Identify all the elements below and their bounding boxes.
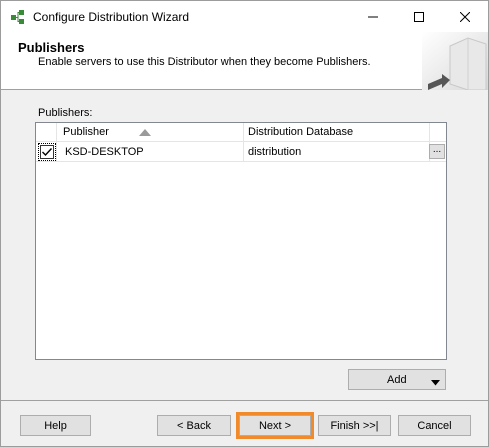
check-icon bbox=[42, 148, 53, 157]
column-header-database[interactable]: Distribution Database bbox=[244, 123, 430, 142]
column-header-publisher[interactable]: Publisher bbox=[57, 123, 244, 142]
column-header-label: Publisher bbox=[63, 126, 109, 138]
publisher-checkbox[interactable] bbox=[38, 143, 56, 161]
add-button[interactable]: Add bbox=[348, 369, 446, 390]
minimize-icon[interactable] bbox=[350, 1, 396, 32]
page-title: Publishers bbox=[18, 40, 85, 55]
finish-button[interactable]: Finish >>| bbox=[318, 415, 391, 436]
next-button[interactable]: Next > bbox=[239, 415, 311, 436]
publishers-grid[interactable]: Publisher Distribution Database KSD-DESK… bbox=[35, 122, 447, 360]
column-header-label: Distribution Database bbox=[248, 126, 354, 138]
close-icon[interactable] bbox=[442, 1, 488, 32]
publisher-cell: KSD-DESKTOP bbox=[57, 142, 244, 162]
maximize-icon[interactable] bbox=[396, 1, 442, 32]
wizard-window: Configure Distribution Wizard Publishers… bbox=[0, 0, 489, 447]
database-cell[interactable]: distribution bbox=[244, 142, 430, 162]
column-header-check bbox=[36, 123, 57, 142]
grid-header: Publisher Distribution Database bbox=[36, 123, 446, 142]
row-check-cell bbox=[36, 142, 57, 162]
wizard-icon bbox=[11, 10, 24, 24]
sort-ascending-icon bbox=[139, 129, 151, 136]
add-button-label: Add bbox=[387, 374, 407, 386]
wizard-header: Publishers Enable servers to use this Di… bbox=[1, 32, 488, 90]
cancel-button[interactable]: Cancel bbox=[398, 415, 471, 436]
table-row[interactable]: KSD-DESKTOP distribution ... bbox=[36, 142, 446, 162]
page-subtitle: Enable servers to use this Distributor w… bbox=[38, 56, 371, 68]
back-button[interactable]: < Back bbox=[157, 415, 231, 436]
footer-separator bbox=[1, 400, 488, 401]
server-graphic-icon bbox=[422, 32, 488, 90]
window-title: Configure Distribution Wizard bbox=[33, 10, 190, 24]
help-button[interactable]: Help bbox=[20, 415, 91, 436]
browse-button[interactable]: ... bbox=[429, 144, 445, 159]
publishers-label: Publishers: bbox=[38, 107, 93, 119]
title-bar: Configure Distribution Wizard bbox=[1, 1, 488, 32]
dropdown-arrow-icon bbox=[431, 377, 440, 389]
